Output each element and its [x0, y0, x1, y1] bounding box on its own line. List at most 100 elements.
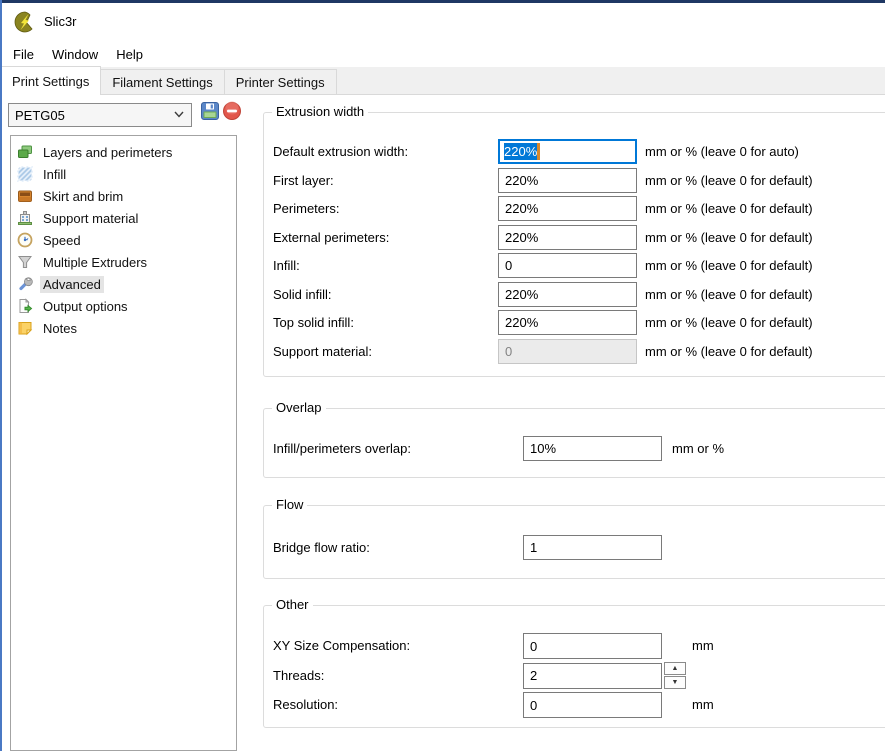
external-perimeters-input[interactable] — [498, 225, 637, 250]
group-other: Other XY Size Compensation: mm Threads: … — [263, 605, 885, 728]
sidebar-item-notes[interactable]: Notes — [11, 317, 236, 339]
field-label: Solid infill: — [273, 282, 498, 307]
infill-icon — [17, 166, 33, 182]
xy-size-compensation-input[interactable] — [523, 633, 662, 659]
sidebar-item-speed[interactable]: Speed — [11, 229, 236, 251]
menu-help[interactable]: Help — [107, 44, 152, 65]
field-label: First layer: — [273, 168, 498, 193]
tree-item-label: Advanced — [40, 276, 104, 293]
field-label: XY Size Compensation: — [273, 633, 523, 658]
field-label: Default extrusion width: — [273, 139, 498, 164]
first-layer-input[interactable] — [498, 168, 637, 193]
field-unit: mm or % (leave 0 for default) — [645, 339, 813, 364]
field-label: Support material: — [273, 339, 498, 364]
sidebar-item-advanced[interactable]: Advanced — [11, 273, 236, 295]
field-label: Bridge flow ratio: — [273, 535, 523, 560]
field-unit: mm or % (leave 0 for default) — [645, 253, 813, 278]
spinner-down-button[interactable]: ▼ — [664, 676, 686, 689]
group-flow: Flow Bridge flow ratio: — [263, 505, 885, 579]
sidebar-item-support-material[interactable]: Support material — [11, 207, 236, 229]
perimeters-input[interactable] — [498, 196, 637, 221]
field-row-xy-size-compensation: XY Size Compensation: mm — [264, 633, 885, 663]
default-extrusion-width-input[interactable]: 220% — [498, 139, 637, 164]
extruders-icon — [17, 254, 33, 270]
group-extrusion-width: Extrusion width Default extrusion width:… — [263, 112, 885, 377]
tab-filament-settings[interactable]: Filament Settings — [100, 69, 224, 94]
spinner-up-button[interactable]: ▲ — [664, 662, 686, 675]
field-row-infill-perimeters-overlap: Infill/perimeters overlap: mm or % — [264, 436, 885, 464]
menu-window[interactable]: Window — [43, 44, 107, 65]
save-preset-button[interactable] — [199, 101, 221, 124]
field-row-default-extrusion-width: Default extrusion width: 220% mm or % (l… — [264, 139, 885, 168]
group-legend: Overlap — [272, 400, 326, 415]
solid-infill-input[interactable] — [498, 282, 637, 307]
threads-input[interactable] — [523, 663, 662, 689]
top-solid-infill-input[interactable] — [498, 310, 637, 335]
sidebar-item-output-options[interactable]: Output options — [11, 295, 236, 317]
preset-value: PETG05 — [15, 108, 65, 123]
group-overlap: Overlap Infill/perimeters overlap: mm or… — [263, 408, 885, 478]
field-unit: mm — [692, 633, 714, 658]
threads-spinner: ▲ ▼ — [664, 662, 686, 689]
field-row-top-solid-infill: Top solid infill: mm or % (leave 0 for d… — [264, 310, 885, 339]
spinner-slot — [664, 633, 688, 659]
field-unit: mm or % (leave 0 for auto) — [645, 139, 799, 164]
tree-item-label: Layers and perimeters — [40, 144, 175, 161]
sidebar-item-infill[interactable]: Infill — [11, 163, 236, 185]
field-row-resolution: Resolution: mm — [264, 692, 885, 722]
tree-item-label: Speed — [40, 232, 84, 249]
field-label: Threads: — [273, 663, 523, 688]
settings-category-tree: Layers and perimeters Infill Skirt and b… — [10, 135, 237, 751]
title-bar: Slic3r — [2, 3, 883, 40]
field-row-bridge-flow-ratio: Bridge flow ratio: — [264, 535, 885, 563]
field-row-external-perimeters: External perimeters: mm or % (leave 0 fo… — [264, 225, 885, 254]
resolution-input[interactable] — [523, 692, 662, 718]
field-unit: mm or % (leave 0 for default) — [645, 196, 813, 221]
tree-item-label: Skirt and brim — [40, 188, 126, 205]
tree-item-label: Infill — [40, 166, 69, 183]
spinner-slot — [664, 692, 688, 718]
field-unit: mm — [692, 692, 714, 717]
slic3r-window: { "window": { "title": "Slic3r" }, "menu… — [0, 0, 885, 751]
tree-item-label: Output options — [40, 298, 131, 315]
field-row-infill: Infill: mm or % (leave 0 for default) — [264, 253, 885, 282]
tab-print-settings[interactable]: Print Settings — [0, 66, 101, 95]
selected-text: 220% — [504, 143, 537, 160]
sidebar-item-layers-and-perimeters[interactable]: Layers and perimeters — [11, 141, 236, 163]
notes-icon — [17, 320, 33, 336]
window-title: Slic3r — [44, 14, 77, 29]
save-icon — [200, 101, 220, 124]
field-label: Infill: — [273, 253, 498, 278]
field-unit: mm or % (leave 0 for default) — [645, 168, 813, 193]
preset-dropdown[interactable]: PETG05 — [8, 103, 192, 127]
sidebar-item-multiple-extruders[interactable]: Multiple Extruders — [11, 251, 236, 273]
infill-width-input[interactable] — [498, 253, 637, 278]
text-caret — [537, 143, 540, 160]
menu-bar: File Window Help — [2, 42, 883, 67]
field-unit: mm or % — [672, 436, 724, 461]
tab-printer-settings[interactable]: Printer Settings — [224, 69, 337, 94]
speed-icon — [17, 232, 33, 248]
group-legend: Flow — [272, 497, 307, 512]
wrench-icon — [17, 276, 33, 292]
slic3r-logo-icon — [14, 11, 36, 33]
group-legend: Other — [272, 597, 313, 612]
infill-perimeters-overlap-input[interactable] — [523, 436, 662, 461]
field-row-perimeters: Perimeters: mm or % (leave 0 for default… — [264, 196, 885, 225]
field-label: Top solid infill: — [273, 310, 498, 335]
group-legend: Extrusion width — [272, 104, 368, 119]
delete-preset-button[interactable] — [221, 101, 243, 124]
field-label: Perimeters: — [273, 196, 498, 221]
tree-item-label: Support material — [40, 210, 141, 227]
chevron-down-icon — [173, 108, 185, 123]
window-border-top — [0, 0, 885, 3]
spinner-slot: ▲ ▼ — [664, 663, 688, 689]
bridge-flow-ratio-input[interactable] — [523, 535, 662, 560]
tree-item-label: Multiple Extruders — [40, 254, 150, 271]
sidebar-item-skirt-and-brim[interactable]: Skirt and brim — [11, 185, 236, 207]
field-label: Infill/perimeters overlap: — [273, 436, 523, 461]
menu-file[interactable]: File — [4, 44, 43, 65]
layers-icon — [17, 144, 33, 160]
field-row-support-material: Support material: mm or % (leave 0 for d… — [264, 339, 885, 368]
tab-strip: Print Settings Filament Settings Printer… — [0, 67, 885, 95]
